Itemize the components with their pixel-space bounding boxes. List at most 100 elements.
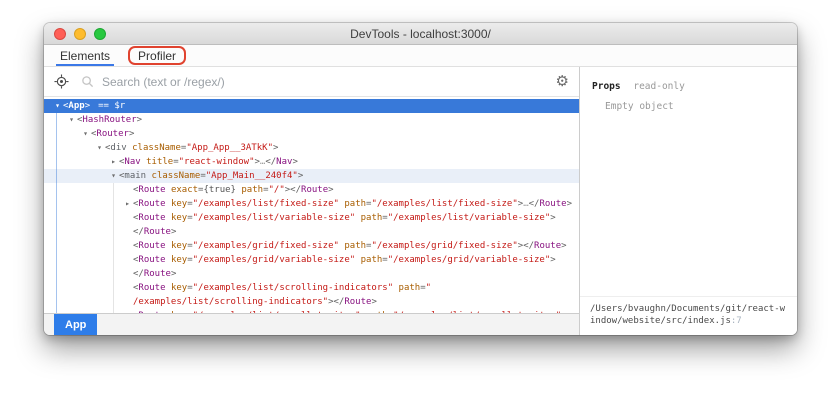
tree-token: "/examples/list/scrolling-indicators" <box>192 283 394 293</box>
window-title: DevTools - localhost:3000/ <box>350 26 491 41</box>
chevron-right-icon[interactable]: ▸ <box>122 197 133 211</box>
tree-token: > <box>136 115 143 125</box>
arrow-spacer <box>122 253 133 267</box>
tree-token: </ <box>528 199 540 209</box>
tree-token: Route <box>138 199 166 209</box>
tree-token: > <box>170 227 177 237</box>
tree-token: "App_Main__240f4" <box>205 171 298 181</box>
tree-row[interactable]: ▾ <div className="App_App__3ATkK"> <box>44 141 579 155</box>
devtools-window: DevTools - localhost:3000/ Elements Prof… <box>44 23 797 335</box>
tree-row[interactable]: </Route> <box>44 267 579 281</box>
source-location[interactable]: /Users/bvaughn/Documents/git/react-windo… <box>580 296 797 335</box>
tree-row[interactable]: <Route key="/examples/grid/fixed-size" p… <box>44 239 579 253</box>
tree-token: "/examples/grid/fixed-size" <box>371 241 518 251</box>
tree-row[interactable]: ▸ <Nav title="react-window">…</Nav> <box>44 155 579 169</box>
tree-token: "/examples/list/scroll-to-item" <box>393 311 561 313</box>
tree-token: path <box>366 311 388 313</box>
props-title: Props <box>592 81 621 92</box>
tree-token: div <box>110 143 127 153</box>
traffic-lights <box>54 23 106 45</box>
tree-token: ></ <box>517 241 535 251</box>
tree-token: path <box>344 199 367 209</box>
tree-token: App <box>68 101 85 111</box>
tree-row[interactable]: </Route> <box>44 225 579 239</box>
arrow-spacer <box>122 239 133 253</box>
tree-token: "/examples/list/variable-size" <box>387 213 551 223</box>
tree-token: main <box>124 171 147 181</box>
tree-token: Route <box>138 213 166 223</box>
tree-token: className <box>151 171 201 181</box>
tree-row[interactable]: <Route key="/examples/list/scrolling-ind… <box>44 281 579 295</box>
gear-icon[interactable]: ⚙ <box>556 74 569 89</box>
chevron-down-icon[interactable]: ▾ <box>80 127 91 141</box>
tree-row[interactable]: ▾ <HashRouter> <box>44 113 579 127</box>
search-input[interactable]: Search (text or /regex/) <box>102 75 556 89</box>
tree-token: path <box>360 255 383 265</box>
tree-row[interactable]: ▾ <App> == $r <box>44 99 579 113</box>
chevron-down-icon[interactable]: ▾ <box>108 169 119 183</box>
tree-token: Route <box>143 227 171 237</box>
tree-row[interactable]: <Route key="/examples/grid/variable-size… <box>44 253 579 267</box>
minimize-button[interactable] <box>74 28 86 40</box>
tree-token: Route <box>138 255 166 265</box>
chevron-down-icon[interactable]: ▾ <box>66 113 77 127</box>
tree-row[interactable]: ▾ <Router> <box>44 127 579 141</box>
chevron-down-icon[interactable]: ▾ <box>94 141 105 155</box>
tree-token: "App_App__3ATkK" <box>186 143 274 153</box>
search-icon <box>82 76 94 88</box>
tree-token: "/" <box>268 185 285 195</box>
tree-token: key <box>170 199 188 209</box>
chevron-down-icon[interactable]: ▾ <box>52 99 63 113</box>
tree-token: Nav <box>124 157 141 167</box>
breadcrumb: App <box>44 313 579 335</box>
zoom-button[interactable] <box>94 28 106 40</box>
tree-row[interactable]: <Route key="/examples/list/variable-size… <box>44 211 579 225</box>
indent-guide <box>113 183 114 313</box>
props-header: Props read-only <box>592 81 785 92</box>
tab-elements-label: Elements <box>60 48 111 63</box>
tree-token: title <box>146 157 174 167</box>
tree-token: key <box>171 311 187 313</box>
tab-profiler[interactable]: Profiler <box>130 48 184 63</box>
tree-token: Nav <box>276 157 293 167</box>
tree-row[interactable]: ▾ <main className="App_Main__240f4"> <box>44 169 579 183</box>
tree-token: path <box>241 185 264 195</box>
tree-row[interactable]: ▸ <Route key="/examples/list/fixed-size" … <box>44 197 579 211</box>
tree-token: > <box>273 143 279 153</box>
tree-row[interactable]: <Route key="/examples/list/scroll-to-ite… <box>44 309 579 313</box>
tree-token: "/examples/list/fixed-size" <box>192 199 339 209</box>
tree-token: "/examples/list/variable-size" <box>192 213 356 223</box>
arrow-spacer <box>122 267 133 281</box>
tree-row[interactable]: /examples/list/scrolling-indicators"></R… <box>44 295 579 309</box>
tree-token: > <box>297 171 304 181</box>
tree-token: > <box>292 157 298 167</box>
tree-token: key <box>170 213 188 223</box>
arrow-spacer <box>122 225 133 239</box>
tree-token: Route <box>534 241 562 251</box>
chevron-right-icon[interactable]: ▸ <box>108 155 119 169</box>
breadcrumb-item-app[interactable]: App <box>54 314 98 335</box>
props-panel: Props read-only Empty object /Users/bvau… <box>580 67 797 335</box>
close-button[interactable] <box>54 28 66 40</box>
tree-token: exact <box>170 185 199 195</box>
tree-token: "/examples/grid/fixed-size" <box>192 241 339 251</box>
inspect-target-icon[interactable] <box>54 74 69 89</box>
tree-token: > <box>566 199 572 209</box>
tree-token: > <box>561 241 567 251</box>
tree-token: HashRouter <box>82 115 137 125</box>
tree-token: > <box>550 255 556 265</box>
tree-token: "/examples/grid/variable-size" <box>192 255 356 265</box>
tree-token: key <box>170 255 188 265</box>
tree-token: key <box>170 241 188 251</box>
tree-token: Route <box>138 283 166 293</box>
tree-token: </ <box>133 269 144 279</box>
tree-token: "/examples/grid/variable-size" <box>387 255 551 265</box>
tree-token: > <box>84 101 91 111</box>
dollar-r-hint: == $r <box>98 101 126 111</box>
tab-profiler-label: Profiler <box>138 48 177 63</box>
tree-token: " <box>425 283 432 293</box>
component-tree: ▾ <App> == $r ▾ <HashRouter> ▾ <Router> ▾ <div c… <box>44 97 579 313</box>
title-bar[interactable]: DevTools - localhost:3000/ <box>44 23 797 45</box>
tab-elements[interactable]: Elements <box>56 45 115 66</box>
tree-row[interactable]: <Route exact={true} path="/"></Route> <box>44 183 579 197</box>
